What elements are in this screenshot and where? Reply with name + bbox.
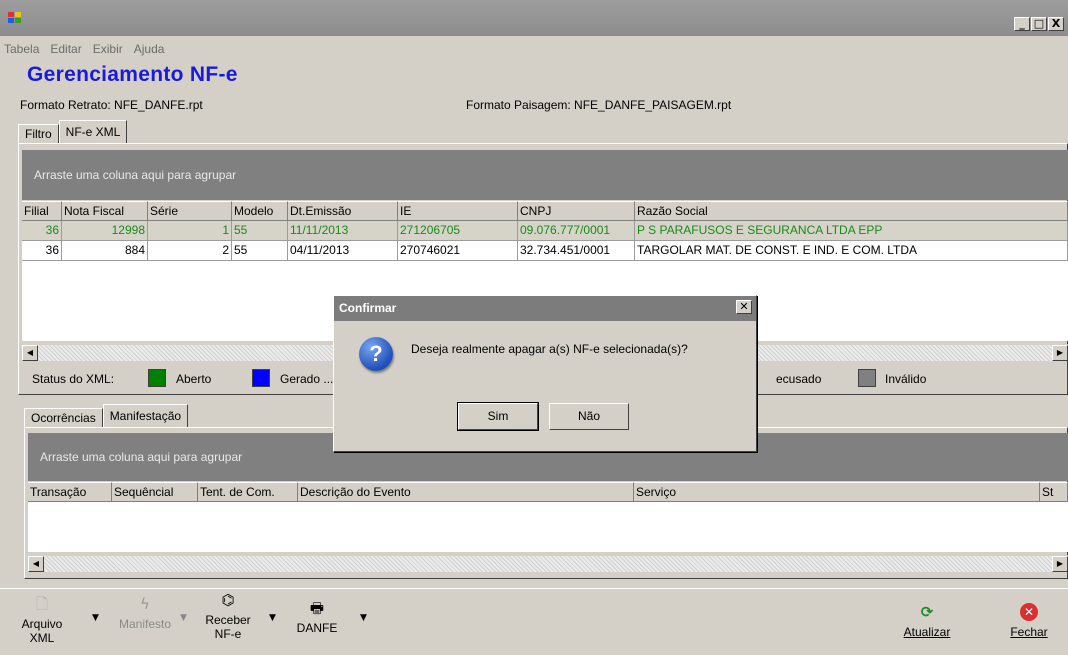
danfe-button[interactable]: 🖶 DANFE: [292, 599, 342, 635]
group-by-area[interactable]: Arraste uma coluna aqui para agrupar: [22, 150, 1068, 200]
events-grid: Transação Sequêncial Tent. de Com. Descr…: [28, 482, 1068, 552]
scroll-left-icon[interactable]: ◀: [22, 345, 38, 361]
table-row[interactable]: 36 12998 1 55 11/11/2013 271206705 09.07…: [22, 221, 1068, 241]
printer-icon: 🖶: [309, 599, 325, 617]
cell-dt-emissao: 04/11/2013: [288, 241, 398, 260]
events-grid-hscrollbar[interactable]: ◀ ▶: [28, 555, 1068, 572]
col-dt-emissao[interactable]: Dt.Emissão: [288, 201, 398, 220]
question-icon: ?: [359, 337, 393, 371]
dialog-title: Confirmar: [339, 301, 397, 315]
top-tabbar: Filtro NF-e XML: [18, 120, 128, 144]
atualizar-label: Atualizar: [903, 625, 951, 639]
table-row[interactable]: 36 884 2 55 04/11/2013 270746021 32.734.…: [22, 241, 1068, 261]
col-transacao[interactable]: Transação: [28, 482, 112, 501]
format-retrato-label: Formato Retrato: NFE_DANFE.rpt: [20, 98, 203, 112]
col-ie[interactable]: IE: [398, 201, 518, 220]
confirm-dialog: Confirmar ✕ ? Deseja realmente apagar a(…: [333, 295, 757, 452]
new-document-icon: 🗋: [35, 595, 49, 613]
lightning-icon: ϟ: [140, 595, 150, 613]
manifesto-label: Manifesto: [118, 617, 172, 631]
scroll-right-icon[interactable]: ▶: [1052, 556, 1068, 572]
arquivo-dropdown-icon[interactable]: ▼: [92, 613, 99, 623]
close-x-icon: ✕: [1020, 603, 1038, 621]
col-servico[interactable]: Serviço: [634, 482, 1040, 501]
minimize-button[interactable]: _: [1014, 17, 1030, 31]
danfe-dropdown-icon[interactable]: ▼: [360, 613, 367, 623]
menu-bar: Tabela Editar Exibir Ajuda: [0, 37, 1068, 61]
status-aberto-swatch: [148, 369, 166, 387]
cell-filial: 36: [22, 221, 62, 240]
cell-serie: 2: [148, 241, 232, 260]
receber-dropdown-icon[interactable]: ▼: [269, 613, 276, 623]
tab-ocorrencias[interactable]: Ocorrências: [24, 408, 103, 428]
sim-button[interactable]: Sim: [457, 402, 539, 431]
page-title: Gerenciamento NF-e: [27, 63, 238, 86]
menu-tabela[interactable]: Tabela: [4, 42, 39, 56]
tab-filtro[interactable]: Filtro: [18, 124, 59, 144]
status-legend-label: Status do XML:: [32, 372, 115, 386]
scroll-left-icon[interactable]: ◀: [28, 556, 44, 572]
col-descricao-evento[interactable]: Descrição do Evento: [298, 482, 634, 501]
format-paisagem-label: Formato Paisagem: NFE_DANFE_PAISAGEM.rpt: [466, 98, 732, 112]
cell-cnpj: 09.076.777/0001: [518, 221, 635, 240]
cell-filial: 36: [22, 241, 62, 260]
manifesto-dropdown-icon[interactable]: ▼: [180, 613, 187, 623]
cell-razao-social: P S PARAFUSOS E SEGURANCA LTDA EPP: [635, 221, 1068, 240]
cell-ie: 271206705: [398, 221, 518, 240]
receive-icon: ⌬: [221, 591, 235, 609]
events-grid-header: Transação Sequêncial Tent. de Com. Descr…: [28, 482, 1068, 502]
col-tent-com[interactable]: Tent. de Com.: [198, 482, 298, 501]
tab-nfe-xml[interactable]: NF-e XML: [58, 120, 128, 144]
col-filial[interactable]: Filial: [22, 201, 62, 220]
arquivo-xml-label: Arquivo XML: [21, 617, 63, 645]
bottom-tabbar: Ocorrências Manifestação: [24, 404, 189, 428]
scroll-right-icon[interactable]: ▶: [1052, 345, 1068, 361]
atualizar-button[interactable]: ⟳ Atualizar: [892, 603, 962, 639]
cell-serie: 1: [148, 221, 232, 240]
status-gerado-swatch: [252, 369, 270, 387]
col-st[interactable]: St: [1040, 482, 1068, 501]
refresh-icon: ⟳: [920, 603, 934, 621]
receber-nfe-button[interactable]: ⌬ Receber NF-e: [198, 591, 258, 641]
cell-modelo: 55: [232, 241, 288, 260]
nfe-grid-header: Filial Nota Fiscal Série Modelo Dt.Emiss…: [22, 201, 1068, 221]
dialog-titlebar: Confirmar ✕: [334, 296, 756, 321]
maximize-button[interactable]: □: [1031, 17, 1047, 31]
danfe-label: DANFE: [296, 621, 338, 635]
bottom-toolbar: 🗋 Arquivo XML ▼ ϟ Manifesto ▼ ⌬ Receber …: [0, 588, 1068, 655]
window-titlebar: _ □ X: [0, 0, 1068, 36]
cell-cnpj: 32.734.451/0001: [518, 241, 635, 260]
status-invalido-swatch: [858, 369, 876, 387]
col-modelo[interactable]: Modelo: [232, 201, 288, 220]
status-invalido-label: Inválido: [885, 372, 927, 386]
app-icon: [8, 12, 22, 24]
col-razao-social[interactable]: Razão Social: [635, 201, 1068, 220]
col-nota-fiscal[interactable]: Nota Fiscal: [62, 201, 148, 220]
manifesto-button[interactable]: ϟ Manifesto: [110, 595, 180, 631]
status-gerado-label: Gerado ...: [280, 372, 334, 386]
cell-ie: 270746021: [398, 241, 518, 260]
dialog-message: Deseja realmente apagar a(s) NF-e seleci…: [411, 342, 688, 356]
cell-modelo: 55: [232, 221, 288, 240]
close-window-button[interactable]: X: [1048, 17, 1064, 31]
tab-manifestacao[interactable]: Manifestação: [102, 404, 189, 428]
col-sequencial[interactable]: Sequêncial: [112, 482, 198, 501]
cell-dt-emissao: 11/11/2013: [288, 221, 398, 240]
status-recusado-label: ecusado: [776, 372, 822, 386]
nao-button[interactable]: Não: [549, 403, 629, 430]
cell-nota-fiscal: 884: [62, 241, 148, 260]
menu-exibir[interactable]: Exibir: [93, 42, 123, 56]
fechar-button[interactable]: ✕ Fechar: [1003, 603, 1055, 639]
dialog-close-button[interactable]: ✕: [736, 300, 752, 314]
arquivo-xml-button[interactable]: 🗋 Arquivo XML: [20, 595, 64, 645]
cell-nota-fiscal: 12998: [62, 221, 148, 240]
status-aberto-label: Aberto: [176, 372, 212, 386]
col-cnpj[interactable]: CNPJ: [518, 201, 635, 220]
cell-razao-social: TARGOLAR MAT. DE CONST. E IND. E COM. LT…: [635, 241, 1068, 260]
menu-ajuda[interactable]: Ajuda: [134, 42, 165, 56]
col-serie[interactable]: Série: [148, 201, 232, 220]
fechar-label: Fechar: [1010, 625, 1048, 639]
receber-nfe-label: Receber NF-e: [205, 613, 251, 641]
menu-editar[interactable]: Editar: [50, 42, 81, 56]
